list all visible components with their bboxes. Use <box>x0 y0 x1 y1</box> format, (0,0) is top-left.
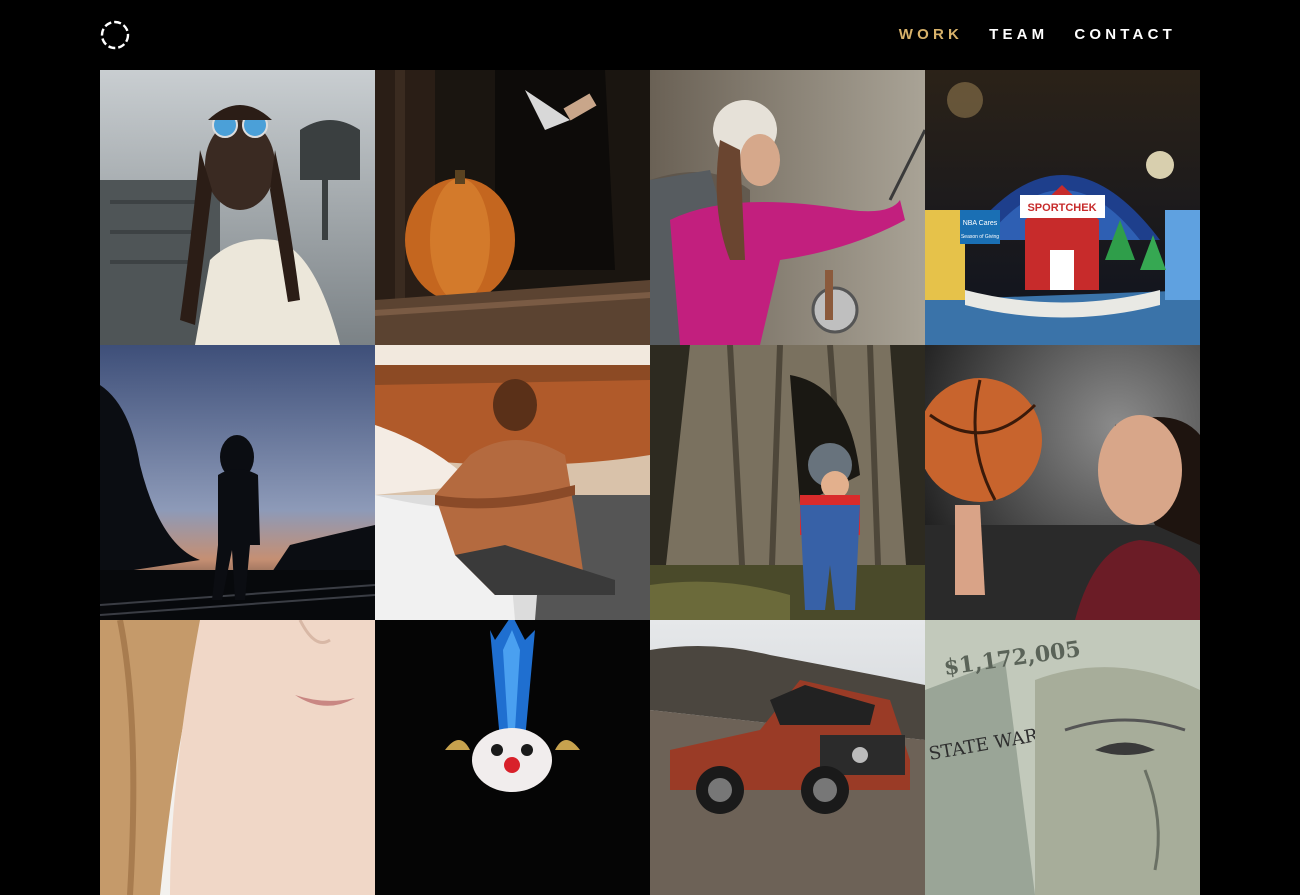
project-thumbnail <box>100 70 375 345</box>
work-tile[interactable] <box>375 70 650 345</box>
work-tile[interactable] <box>100 70 375 345</box>
project-thumbnail <box>100 620 375 895</box>
project-thumbnail <box>375 620 650 895</box>
work-grid: SPORTCHEK NBA Cares Season of Giving $1,… <box>100 70 1200 895</box>
project-thumbnail <box>650 345 925 620</box>
project-thumbnail <box>925 345 1200 620</box>
nav-contact-link[interactable]: CONTACT <box>1074 25 1176 45</box>
work-tile[interactable] <box>100 620 375 895</box>
work-tile[interactable] <box>375 345 650 620</box>
dashed-ring-icon <box>100 20 130 50</box>
project-thumbnail: $1,172,005 STATE WAR <box>925 620 1200 895</box>
nav-work-link[interactable]: WORK <box>899 25 963 45</box>
nba-cares-label: NBA Cares <box>963 220 998 227</box>
work-tile[interactable] <box>650 620 925 895</box>
project-thumbnail: SPORTCHEK NBA Cares Season of Giving <box>925 70 1200 345</box>
project-thumbnail <box>650 620 925 895</box>
site-header: WORK TEAM CONTACT <box>0 0 1300 70</box>
logo-link[interactable] <box>100 20 130 50</box>
work-tile[interactable] <box>650 345 925 620</box>
work-tile[interactable] <box>100 345 375 620</box>
project-thumbnail <box>100 345 375 620</box>
work-tile[interactable] <box>375 620 650 895</box>
work-tile[interactable]: SPORTCHEK NBA Cares Season of Giving <box>925 70 1200 345</box>
project-thumbnail <box>375 70 650 345</box>
main-nav: WORK TEAM CONTACT <box>899 25 1176 45</box>
nav-team-link[interactable]: TEAM <box>989 25 1048 45</box>
work-tile[interactable] <box>650 70 925 345</box>
work-tile[interactable] <box>925 345 1200 620</box>
sportchek-label: SPORTCHEK <box>1027 202 1096 214</box>
work-tile[interactable]: $1,172,005 STATE WAR <box>925 620 1200 895</box>
project-thumbnail <box>375 345 650 620</box>
season-of-giving-label: Season of Giving <box>961 234 999 240</box>
project-thumbnail <box>650 70 925 345</box>
